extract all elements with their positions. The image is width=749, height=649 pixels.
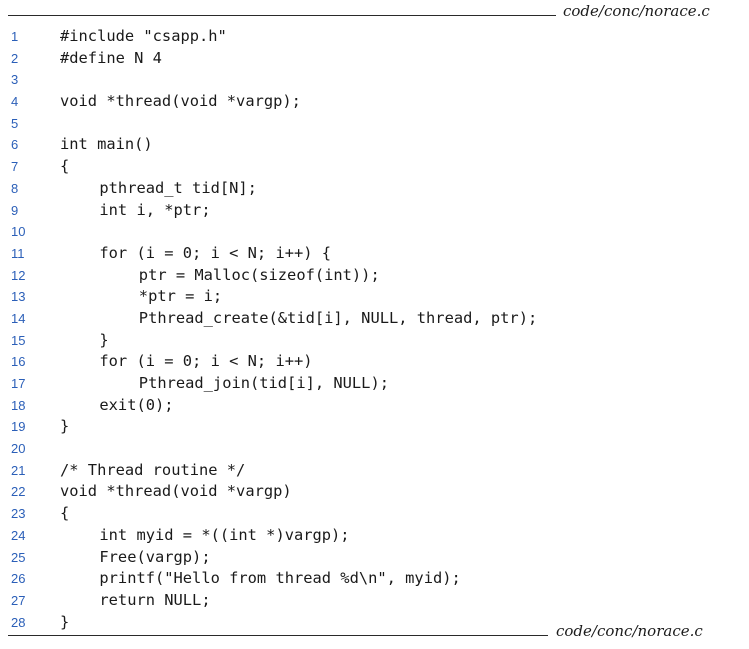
line-number: 6 xyxy=(11,137,19,153)
line-number: 21 xyxy=(11,462,26,478)
code-line: 17 Pthread_join(tid[i], NULL); xyxy=(0,373,749,395)
code-line: 22 void *thread(void *vargp) xyxy=(0,481,749,503)
code-line: 4 void *thread(void *vargp); xyxy=(0,91,749,113)
header-rule: code/conc/norace.c xyxy=(8,4,740,19)
code-text: int i, *ptr; xyxy=(99,200,211,219)
line-number: 13 xyxy=(11,289,26,305)
code-line: 27 return NULL; xyxy=(0,590,749,612)
line-number: 18 xyxy=(11,397,26,413)
line-number: 4 xyxy=(11,94,19,110)
line-number: 27 xyxy=(11,592,26,608)
line-number: 12 xyxy=(11,267,26,283)
line-number: 11 xyxy=(11,245,25,261)
code-text: int myid = *((int *)vargp); xyxy=(99,525,350,544)
code-text: for (i = 0; i < N; i++) xyxy=(99,352,313,371)
code-line: 18 exit(0); xyxy=(0,395,749,417)
line-number: 19 xyxy=(11,419,26,435)
code-text: *ptr = i; xyxy=(138,287,223,306)
code-text: printf("Hello from thread %d\n", myid); xyxy=(99,569,461,588)
code-text: #define N 4 xyxy=(60,48,162,67)
code-line: 23 { xyxy=(0,503,749,525)
line-number: 2 xyxy=(11,50,19,66)
code-text: for (i = 0; i < N; i++) { xyxy=(99,243,332,262)
footer-rule: code/conc/norace.c xyxy=(8,624,708,639)
line-number: 25 xyxy=(11,549,26,565)
line-number: 14 xyxy=(11,310,26,326)
header-divider xyxy=(8,15,556,16)
line-number: 1 xyxy=(11,29,19,44)
line-number: 20 xyxy=(11,441,26,457)
code-line: 16 for (i = 0; i < N; i++) xyxy=(0,351,749,373)
line-number: 7 xyxy=(11,159,19,175)
code-text: Free(vargp); xyxy=(99,547,211,566)
code-text: exit(0); xyxy=(99,395,174,414)
code-line: 10 xyxy=(0,221,749,243)
code-line: 7{ xyxy=(0,156,749,178)
line-number: 15 xyxy=(11,332,26,348)
code-line: 11 for (i = 0; i < N; i++) { xyxy=(0,243,749,265)
code-text: #include "csapp.h" xyxy=(60,27,227,45)
line-number: 24 xyxy=(11,527,26,543)
code-line: 2 #define N 4 xyxy=(0,48,749,70)
code-text: Pthread_join(tid[i], NULL); xyxy=(138,374,389,392)
line-number: 5 xyxy=(11,115,19,131)
code-text: void *thread(void *vargp); xyxy=(60,92,301,111)
code-line: 13 *ptr = i; xyxy=(0,286,749,308)
footer-divider xyxy=(8,635,548,636)
code-line: 14 Pthread_create(&tid[i], NULL, thread, … xyxy=(0,308,749,330)
code-line: 19} xyxy=(0,416,749,438)
code-text: } xyxy=(60,417,70,436)
code-text: return NULL; xyxy=(99,590,211,609)
line-number: 23 xyxy=(11,506,26,522)
code-line: 3 xyxy=(0,69,749,91)
line-number: 8 xyxy=(11,180,19,196)
code-line: 8 pthread_t tid[N]; xyxy=(0,178,749,200)
line-number: 9 xyxy=(11,202,19,218)
code-line: 6 int main() xyxy=(0,134,749,156)
code-line: 12 ptr = Malloc(sizeof(int)); xyxy=(0,265,749,287)
code-line: 9 int i, *ptr; xyxy=(0,200,749,222)
code-text: void *thread(void *vargp) xyxy=(60,482,292,501)
header-filename: code/conc/norace.c xyxy=(563,2,710,20)
code-text: pthread_t tid[N]; xyxy=(99,178,257,197)
code-line: 5 xyxy=(0,113,749,135)
code-line: 21 /* Thread routine */ xyxy=(0,460,749,482)
code-line: 25 Free(vargp); xyxy=(0,547,749,569)
code-line: 20 xyxy=(0,438,749,460)
code-text: /* Thread routine */ xyxy=(60,460,246,479)
line-number: 16 xyxy=(11,354,26,370)
code-text: { xyxy=(60,157,70,176)
code-line: 15} xyxy=(0,330,749,352)
code-text: int main() xyxy=(60,135,153,154)
line-number: 3 xyxy=(11,72,19,88)
code-text: { xyxy=(60,504,70,523)
footer-filename: code/conc/norace.c xyxy=(556,622,703,640)
line-number: 17 xyxy=(11,376,26,391)
code-line: 24 int myid = *((int *)vargp); xyxy=(0,525,749,547)
code-listing-page: code/conc/norace.c 1 #include "csapp.h" 2 #… xyxy=(0,0,749,649)
line-number: 10 xyxy=(11,224,26,240)
code-text: } xyxy=(99,330,109,349)
code-line: 1 #include "csapp.h" xyxy=(0,26,749,48)
line-number: 26 xyxy=(11,571,26,587)
code-text: Pthread_create(&tid[i], NULL, thread, pt… xyxy=(138,308,538,327)
code-line: 26 printf("Hello from thread %d\n", myid)… xyxy=(0,568,749,590)
line-number: 22 xyxy=(11,484,26,500)
code-text: ptr = Malloc(sizeof(int)); xyxy=(138,265,380,284)
code-listing: 1 #include "csapp.h" 2 #define N 4 3 4 void *t… xyxy=(0,26,749,633)
